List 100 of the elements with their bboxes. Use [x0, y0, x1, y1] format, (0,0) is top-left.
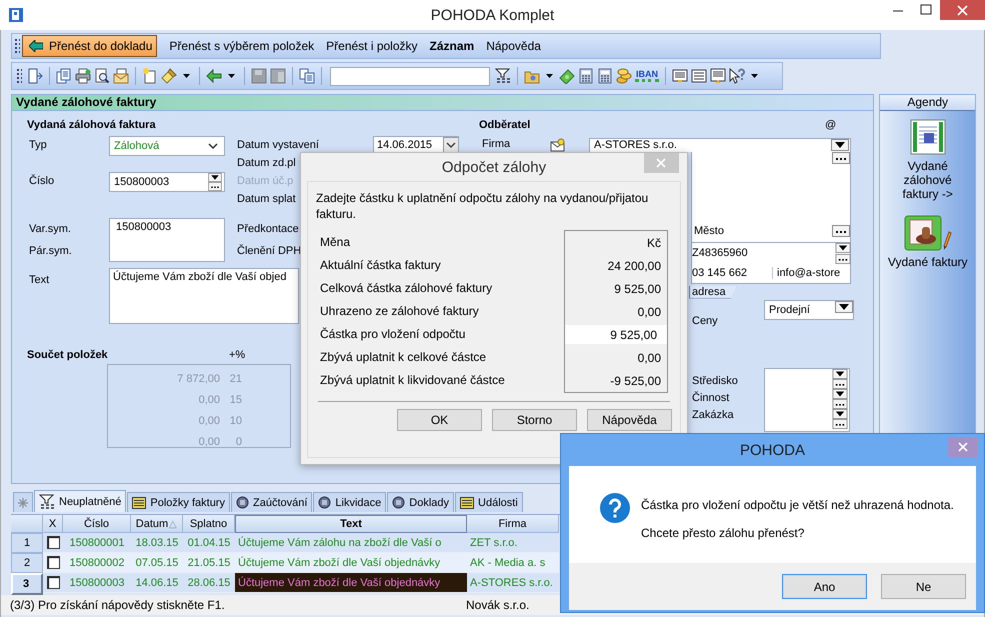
- field-label: Typ: [28, 139, 47, 151]
- number-field[interactable]: 150800003: [109, 172, 225, 192]
- contacts-icon[interactable]: [550, 138, 566, 152]
- close-button[interactable]: [940, 0, 985, 20]
- calculator-icon[interactable]: [578, 68, 594, 84]
- value-text: 0,00: [636, 304, 662, 320]
- help-cursor-icon[interactable]: [729, 68, 745, 84]
- row-header[interactable]: 3: [11, 573, 43, 595]
- rate-text: 0: [234, 436, 242, 448]
- door-icon[interactable]: [27, 68, 43, 84]
- tab[interactable]: Zaúčtování: [230, 492, 312, 512]
- list-icon[interactable]: [672, 68, 688, 84]
- more-button[interactable]: [206, 182, 224, 191]
- dropdown-button[interactable]: [831, 389, 849, 399]
- row-header[interactable]: 2: [11, 553, 43, 573]
- value-text: 24 200,00: [606, 258, 662, 274]
- more-button[interactable]: [831, 379, 849, 389]
- tab[interactable]: Likvidace: [313, 492, 386, 512]
- dialog-button[interactable]: Storno: [492, 409, 577, 431]
- tab[interactable]: Události: [455, 492, 523, 512]
- column-header[interactable]: Datum△: [131, 515, 183, 533]
- column-header[interactable]: Text: [235, 515, 467, 533]
- window-title: POHODA Komplet: [430, 6, 554, 24]
- menu-item[interactable]: Přenést i položky: [320, 39, 424, 53]
- list-icon[interactable]: [710, 68, 726, 84]
- table-cell: Účtujeme Vám zboží dle Vaší objednávky: [235, 553, 467, 573]
- menu-item[interactable]: Nápověda: [480, 39, 547, 53]
- more-button[interactable]: [831, 419, 849, 429]
- symbol-field[interactable]: 150800003: [109, 218, 225, 262]
- field-label: Var.sym.: [28, 223, 71, 235]
- calculator-icon[interactable]: [597, 68, 613, 84]
- dialog-button[interactable]: OK: [397, 409, 482, 431]
- column-header[interactable]: Splatno: [183, 515, 235, 533]
- more-button[interactable]: [834, 254, 852, 264]
- spreadsheet-icon[interactable]: [910, 119, 946, 155]
- back-arrow-icon[interactable]: [206, 68, 222, 84]
- amount-field[interactable]: 9 525,00: [565, 325, 667, 344]
- more-button[interactable]: [832, 152, 850, 164]
- new-document-icon[interactable]: [142, 68, 158, 84]
- table-cell: 28.06.15: [183, 573, 235, 593]
- documents-icon[interactable]: [56, 68, 72, 84]
- close-button[interactable]: [948, 437, 978, 457]
- price-select[interactable]: Prodejní: [764, 300, 854, 320]
- caret-icon[interactable]: [228, 74, 235, 78]
- table-cell: Účtujeme Vám zálohu na zboží dle Vaší o: [235, 533, 467, 553]
- dropdown-button[interactable]: [831, 369, 849, 379]
- brush-icon[interactable]: [161, 68, 177, 84]
- banknote-icon[interactable]: [559, 68, 575, 84]
- text-field[interactable]: Účtujeme Vám zboží dle Vaší objed: [109, 268, 299, 324]
- field-label: Text: [28, 274, 50, 286]
- app-icon: [8, 7, 24, 23]
- table-cell: 01.04.15: [183, 533, 235, 553]
- copy-icon[interactable]: [299, 68, 315, 84]
- menu-item[interactable]: Přenést s výběrem položek: [163, 39, 320, 53]
- company-field[interactable]: A-STORES s.r.o.: [589, 138, 851, 152]
- iban-button[interactable]: IBAN: [635, 70, 659, 82]
- dropdown-button[interactable]: [835, 301, 853, 313]
- printer-icon[interactable]: [75, 68, 91, 84]
- tab[interactable]: Neuplatněné: [34, 490, 126, 512]
- save-all-icon[interactable]: [270, 68, 286, 84]
- more-button[interactable]: [831, 399, 849, 409]
- save-icon[interactable]: [251, 68, 267, 84]
- stamp-icon[interactable]: [904, 215, 942, 251]
- cost-fields[interactable]: [764, 368, 850, 432]
- menu-item[interactable]: Záznam: [424, 39, 480, 53]
- dropdown-button[interactable]: [206, 173, 224, 182]
- company-details-field[interactable]: Město: [691, 152, 851, 243]
- rate-text: 21: [228, 372, 242, 384]
- checkbox[interactable]: [46, 556, 60, 569]
- row-header[interactable]: 1: [11, 533, 43, 553]
- print-preview-icon[interactable]: [94, 68, 110, 84]
- amount-text: 0,00: [198, 394, 220, 406]
- dropdown-button[interactable]: [831, 139, 849, 151]
- dropdown-button[interactable]: [834, 243, 852, 253]
- envelope-icon[interactable]: [113, 68, 129, 84]
- caret-icon[interactable]: [183, 74, 190, 78]
- tab[interactable]: Doklady: [387, 492, 454, 512]
- more-button[interactable]: [832, 225, 850, 237]
- menu-button[interactable]: Přenést do dokladu: [22, 35, 158, 57]
- caret-icon[interactable]: [546, 74, 553, 78]
- column-header[interactable]: X: [43, 515, 63, 533]
- date-field[interactable]: 14.06.2015: [373, 136, 459, 153]
- checkbox[interactable]: [46, 536, 60, 549]
- dialog-button[interactable]: Nápověda: [587, 409, 672, 431]
- dialog-button[interactable]: Ano: [782, 574, 867, 599]
- tab[interactable]: Položky faktury: [127, 492, 230, 512]
- chevron-icon[interactable]: [443, 137, 458, 152]
- column-header[interactable]: Číslo: [63, 515, 131, 533]
- combo-field[interactable]: [330, 66, 490, 86]
- checkbox[interactable]: [46, 576, 60, 589]
- dropdown-button[interactable]: [831, 409, 849, 419]
- type-select[interactable]: Zálohová: [109, 136, 225, 156]
- caret-icon[interactable]: [751, 74, 758, 78]
- coins-icon[interactable]: [616, 68, 632, 84]
- dialog-button[interactable]: Ne: [881, 574, 966, 599]
- agenda-label: Vydané zálohové faktury ->: [902, 159, 954, 201]
- address-tab[interactable]: adresa: [689, 286, 737, 298]
- column-header[interactable]: Firma: [467, 515, 559, 533]
- filter-icon[interactable]: [495, 68, 511, 84]
- list-icon[interactable]: [691, 68, 707, 84]
